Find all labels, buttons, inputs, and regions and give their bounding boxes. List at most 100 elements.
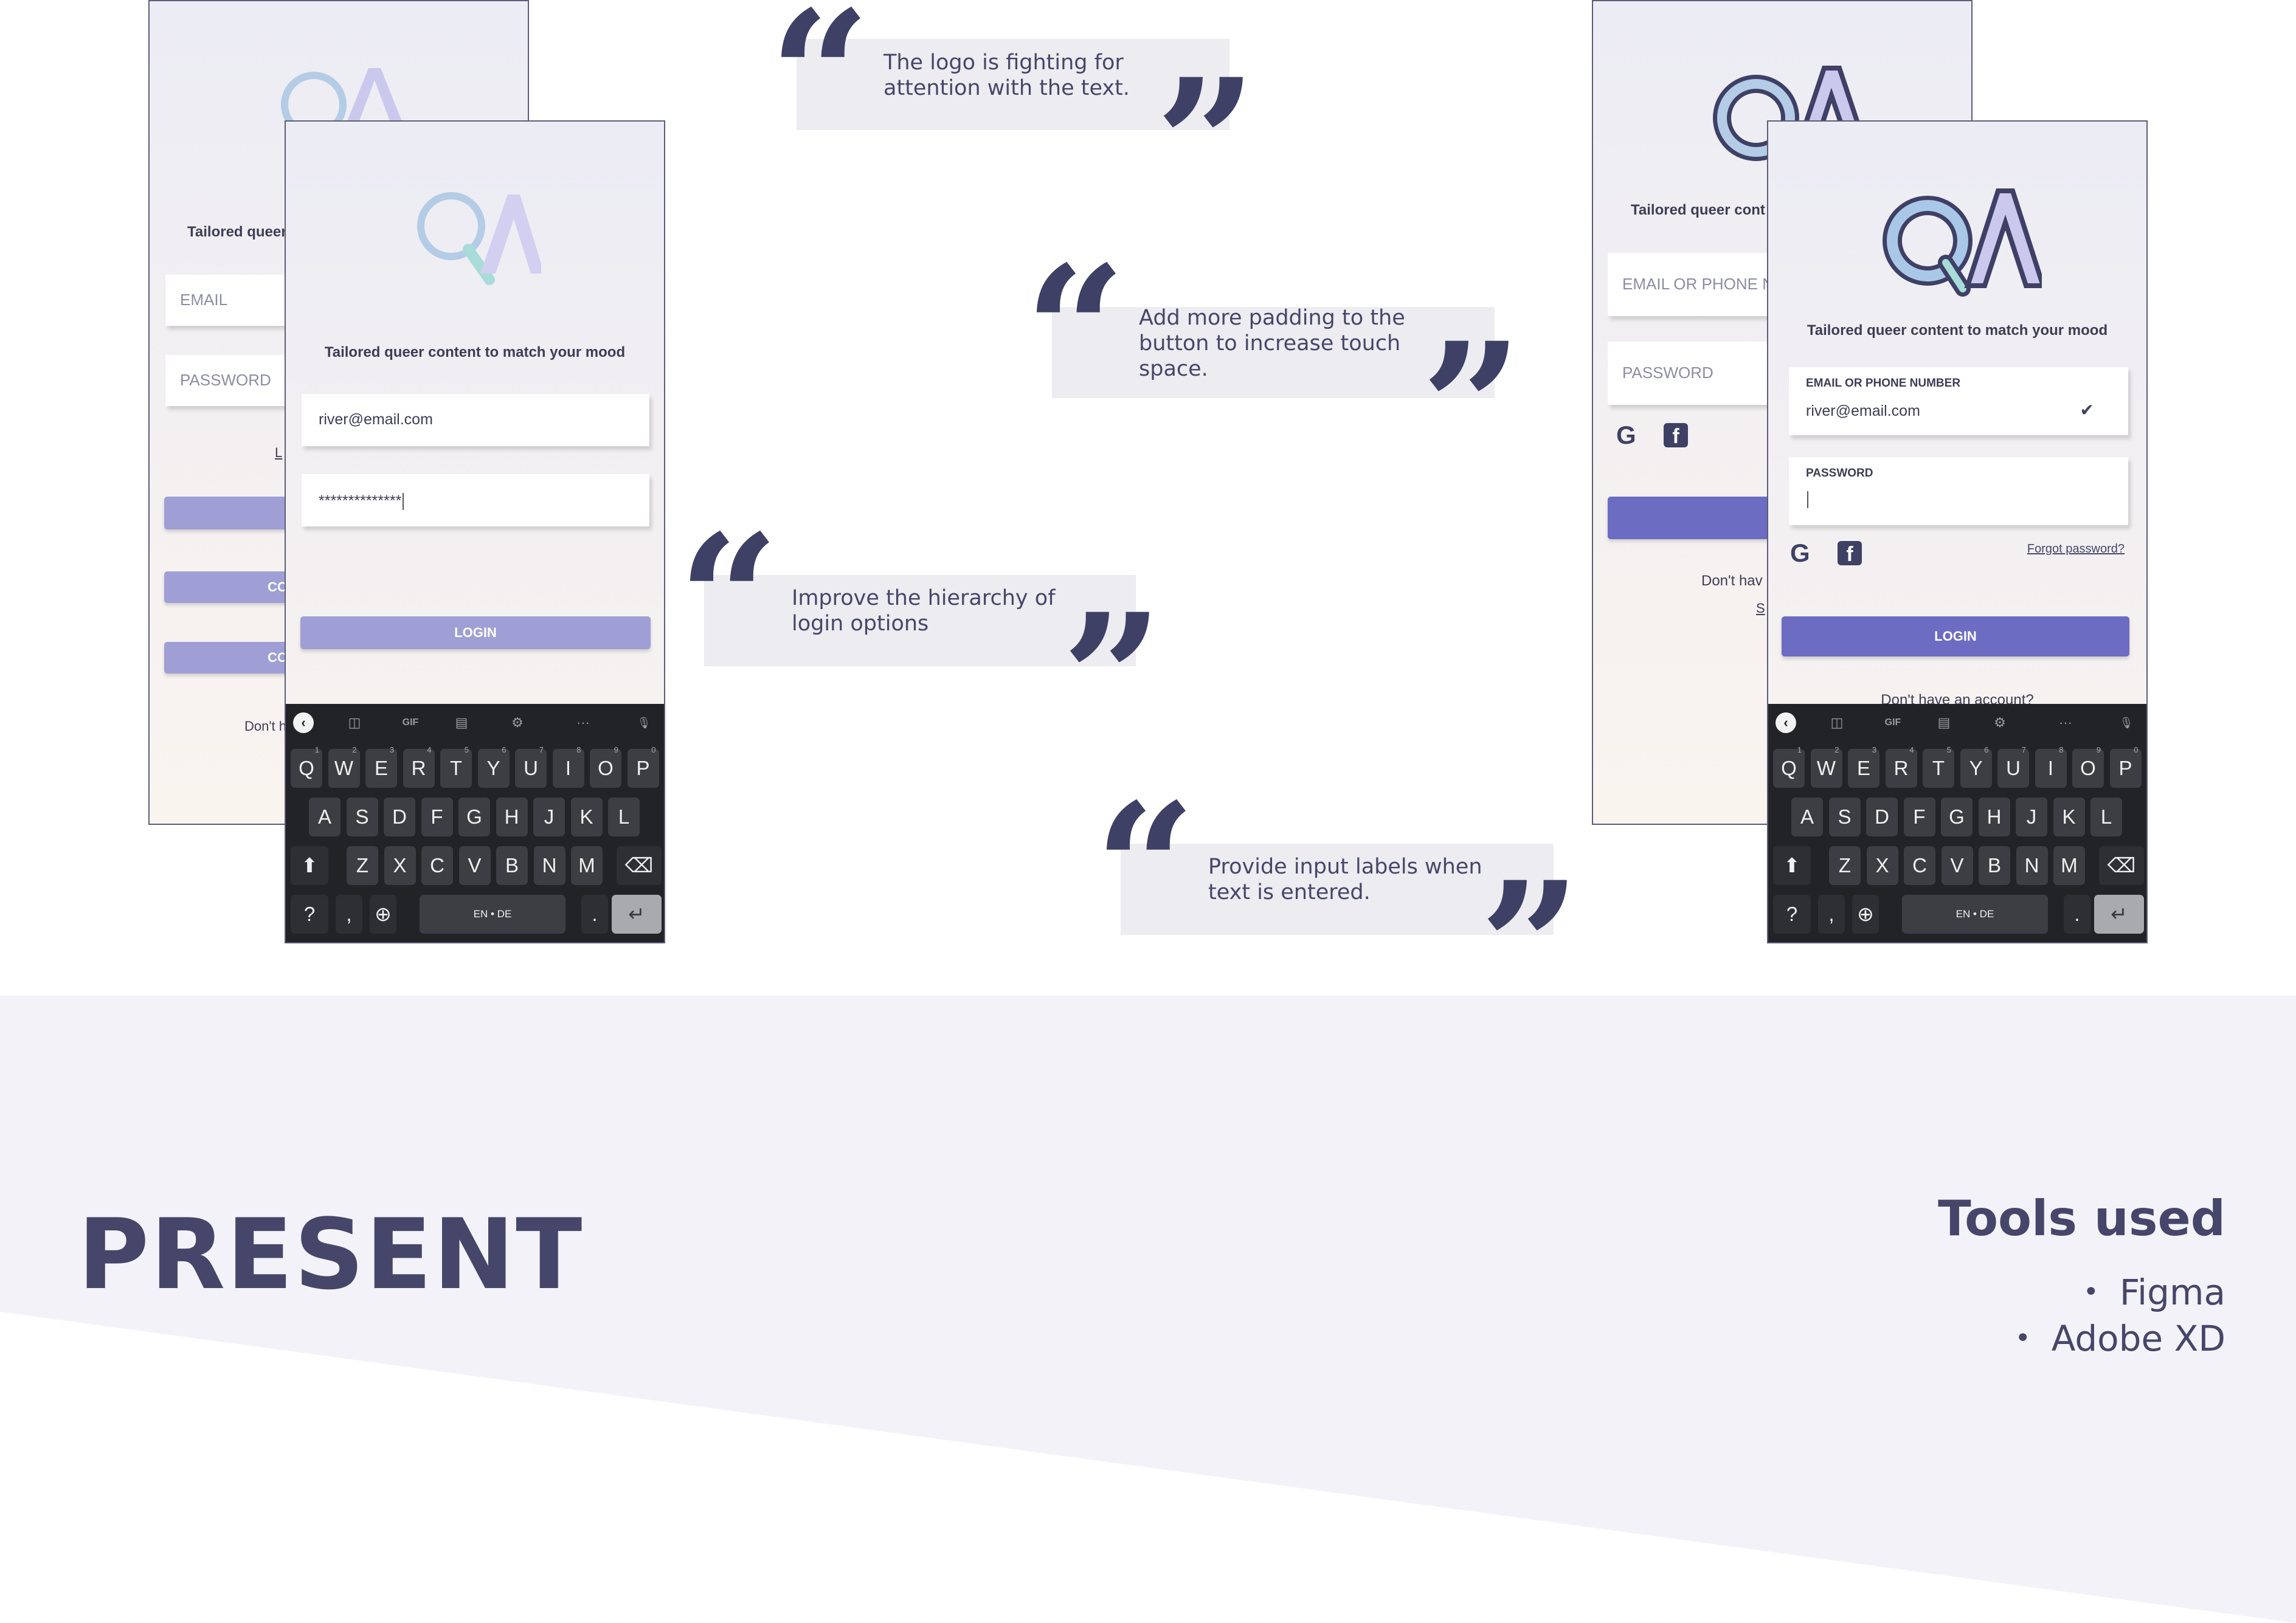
- enter-key-icon[interactable]: ↵: [2094, 895, 2144, 934]
- key-k[interactable]: K: [570, 798, 603, 836]
- key-t[interactable]: T5: [440, 745, 472, 788]
- key-y[interactable]: Y6: [477, 745, 510, 788]
- login-button[interactable]: LOGIN: [300, 616, 651, 649]
- google-icon[interactable]: G: [1616, 421, 1636, 450]
- key-k[interactable]: K: [2053, 798, 2085, 836]
- key-w[interactable]: W2: [1810, 745, 1842, 788]
- key-r[interactable]: R4: [1885, 745, 1917, 788]
- key-f[interactable]: F: [1903, 798, 1935, 836]
- key-x[interactable]: X: [384, 846, 416, 885]
- key-q[interactable]: Q1: [291, 745, 322, 788]
- password-field[interactable]: PASSWORD: [1789, 457, 2128, 525]
- key-b[interactable]: B: [1979, 846, 2010, 885]
- shift-key-icon[interactable]: ⬆: [291, 846, 328, 885]
- close-quote-icon: ”: [1155, 41, 1257, 247]
- key-g[interactable]: G: [1941, 798, 1973, 836]
- more-icon[interactable]: ···: [573, 712, 593, 733]
- microphone-icon[interactable]: 🎙: [634, 712, 654, 733]
- key-j[interactable]: J: [533, 798, 565, 836]
- key-m[interactable]: M: [2053, 846, 2085, 885]
- key-u[interactable]: U7: [1997, 745, 2029, 788]
- delete-key-icon[interactable]: ⌫: [617, 846, 662, 885]
- key-m[interactable]: M: [571, 846, 603, 885]
- space-bar[interactable]: EN • DE: [420, 895, 565, 934]
- key-x[interactable]: X: [1866, 846, 1898, 885]
- key-u[interactable]: U7: [515, 745, 547, 788]
- back-icon[interactable]: ‹: [293, 712, 314, 733]
- key-v[interactable]: V: [1941, 846, 1973, 885]
- google-icon[interactable]: G: [1790, 539, 1810, 568]
- login-button[interactable]: LOGIN: [1782, 616, 2129, 656]
- globe-icon[interactable]: ⊕: [1852, 895, 1879, 934]
- key-j[interactable]: J: [2016, 798, 2047, 836]
- enter-key-icon[interactable]: ↵: [612, 895, 662, 934]
- gif-icon[interactable]: GIF: [395, 712, 426, 733]
- key-a[interactable]: A: [1791, 798, 1823, 836]
- space-bar[interactable]: EN • DE: [1902, 895, 2048, 934]
- key-p[interactable]: P0: [2109, 745, 2142, 788]
- key-s[interactable]: S: [346, 798, 378, 836]
- link-text[interactable]: L: [275, 445, 282, 461]
- key-n[interactable]: N: [2016, 846, 2048, 885]
- key-e[interactable]: E3: [365, 745, 397, 788]
- sticker-icon[interactable]: ◫: [344, 712, 365, 733]
- key-y[interactable]: Y6: [1960, 745, 1992, 788]
- key-h[interactable]: H: [1978, 798, 2010, 836]
- globe-icon[interactable]: ⊕: [370, 895, 396, 934]
- key-a[interactable]: A: [309, 798, 341, 836]
- sticker-icon[interactable]: ◫: [1827, 712, 1847, 733]
- password-field[interactable]: **************: [302, 474, 649, 526]
- settings-icon[interactable]: ⚙: [1990, 712, 2010, 733]
- delete-key-icon[interactable]: ⌫: [2099, 846, 2144, 885]
- shift-key-icon[interactable]: ⬆: [1773, 846, 1811, 885]
- key-i[interactable]: I8: [552, 745, 584, 788]
- facebook-icon[interactable]: f: [1838, 541, 1862, 566]
- comma-key[interactable]: ,: [336, 895, 362, 934]
- key-r[interactable]: R4: [403, 745, 435, 788]
- email-field[interactable]: EMAIL OR PHONE NUMBER river@email.com ✔: [1789, 367, 2128, 435]
- key-c[interactable]: C: [1904, 846, 1935, 885]
- key-g[interactable]: G: [458, 798, 490, 836]
- key-o[interactable]: O9: [590, 745, 621, 788]
- key-z[interactable]: Z: [1829, 846, 1861, 885]
- more-icon[interactable]: ···: [2055, 712, 2076, 733]
- clipboard-icon[interactable]: ▤: [1934, 712, 1954, 733]
- key-n[interactable]: N: [533, 846, 565, 885]
- microphone-icon[interactable]: 🎙: [2116, 712, 2137, 733]
- key-p[interactable]: P0: [627, 745, 659, 788]
- key-l[interactable]: L: [2090, 798, 2122, 836]
- key-v[interactable]: V: [458, 846, 491, 885]
- comma-key[interactable]: ,: [1818, 895, 1845, 934]
- keyboard-toolbar: ‹ ◫ GIF ▤ ⚙ ··· 🎙: [1768, 704, 2146, 742]
- key-e[interactable]: E3: [1848, 745, 1879, 788]
- key-d[interactable]: D: [384, 798, 415, 836]
- key-s[interactable]: S: [1828, 798, 1861, 836]
- back-icon[interactable]: ‹: [1776, 712, 1796, 733]
- clipboard-icon[interactable]: ▤: [451, 712, 472, 733]
- symbols-key[interactable]: ?123: [1773, 895, 1811, 942]
- email-field[interactable]: river@email.com: [302, 394, 649, 446]
- key-b[interactable]: B: [496, 846, 528, 885]
- key-c[interactable]: C: [421, 846, 453, 885]
- email-placeholder: EMAIL OR PHONE N: [1622, 275, 1774, 293]
- key-o[interactable]: O9: [2072, 745, 2104, 788]
- key-z[interactable]: Z: [347, 846, 378, 885]
- key-t[interactable]: T5: [1923, 745, 1954, 788]
- key-d[interactable]: D: [1866, 798, 1898, 836]
- key-l[interactable]: L: [608, 798, 640, 836]
- symbols-key[interactable]: ?123: [291, 895, 328, 942]
- gif-icon[interactable]: GIF: [1878, 712, 1908, 733]
- period-key[interactable]: .: [2064, 895, 2090, 934]
- key-h[interactable]: H: [496, 798, 528, 836]
- quote-text: Improve the hierarchy of login options: [792, 585, 1056, 636]
- key-f[interactable]: F: [421, 798, 453, 836]
- key-i[interactable]: I8: [2035, 745, 2067, 788]
- key-w[interactable]: W2: [328, 745, 360, 788]
- period-key[interactable]: .: [581, 895, 608, 934]
- signup-link[interactable]: S: [1756, 601, 1765, 616]
- settings-icon[interactable]: ⚙: [507, 712, 528, 733]
- facebook-icon[interactable]: f: [1664, 423, 1688, 448]
- forgot-password-link[interactable]: Forgot password?: [2027, 542, 2125, 556]
- key-q[interactable]: Q1: [1773, 745, 1805, 788]
- footer-text: Don't h: [244, 718, 287, 734]
